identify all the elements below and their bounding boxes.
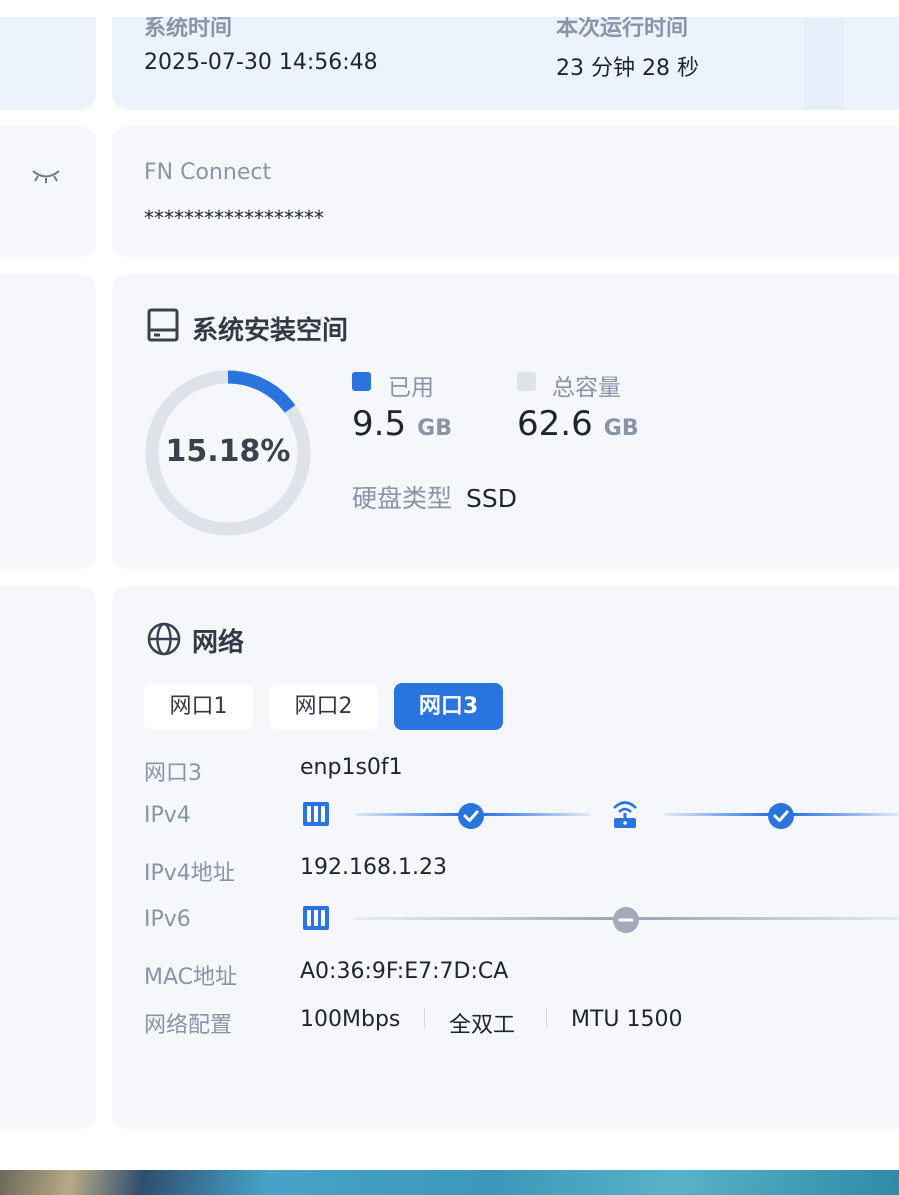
ipv6-connectivity [300, 900, 899, 944]
disk-type-row: 硬盘类型 SSD [352, 479, 517, 515]
fn-connect-masked-id: ****************** [144, 206, 324, 230]
total-unit: GB [603, 416, 639, 441]
total-value: 62.6 [517, 404, 593, 444]
globe-icon [147, 622, 181, 660]
disk-icon [147, 308, 179, 346]
disk-type-value: SSD [465, 484, 517, 513]
tab-port-3[interactable]: 网口3 [394, 683, 503, 730]
top-edge [0, 0, 899, 17]
server-icon [302, 904, 330, 936]
iface-label: 网口3 [144, 761, 202, 786]
ipv6-label: IPv6 [144, 907, 191, 932]
total-amount: 62.6 GB [517, 404, 639, 444]
decorative-shape [804, 18, 844, 110]
config-divider [546, 1007, 547, 1029]
network-speed: 100Mbps [300, 1007, 401, 1032]
router-icon [611, 798, 639, 832]
network-title: 网络 [192, 628, 245, 658]
desktop-wallpaper-strip [0, 1170, 899, 1195]
eye-closed-icon[interactable] [28, 162, 64, 192]
ipv4-check-icon-1 [457, 802, 485, 834]
config-divider [424, 1007, 425, 1029]
ipv4-address-value: 192.168.1.23 [300, 855, 447, 880]
fn-connect-card: FN Connect ****************** [112, 126, 899, 257]
tab-port-1[interactable]: 网口1 [144, 683, 253, 730]
left-panel-eye [0, 126, 96, 257]
used-legend-swatch [352, 372, 371, 391]
total-legend-swatch [517, 372, 536, 391]
disk-type-label: 硬盘类型 [352, 484, 453, 513]
network-config-label: 网络配置 [144, 1013, 233, 1038]
used-amount: 9.5 GB [352, 404, 452, 444]
network-duplex: 全双工 [449, 1013, 516, 1038]
used-unit: GB [417, 416, 452, 441]
ipv4-connectivity [300, 796, 899, 840]
donut-used-arc [227, 370, 296, 413]
storage-title: 系统安装空间 [192, 316, 349, 346]
ipv4-address-label: IPv4地址 [144, 861, 235, 886]
network-mtu: MTU 1500 [571, 1007, 683, 1032]
left-panel-network [0, 586, 96, 1129]
ipv4-check-icon-2 [767, 802, 795, 834]
used-label: 已用 [388, 375, 434, 401]
iface-value: enp1s0f1 [300, 755, 403, 780]
storage-card: 系统安装空间 15.18% 已用 9.5 GB 总容量 62.6 GB 硬盘类型… [112, 274, 899, 569]
mac-value: A0:36:9F:E7:7D:CA [300, 959, 509, 984]
storage-percent: 15.18% [165, 434, 291, 469]
storage-donut: 15.18% [143, 368, 313, 538]
total-label: 总容量 [552, 375, 621, 401]
dashboard-page: 系统时间 2025-07-30 14:56:48 本次运行时间 23 分钟 28… [0, 0, 899, 1172]
left-panel-storage [0, 274, 96, 569]
server-icon [302, 800, 330, 832]
fn-connect-label: FN Connect [144, 160, 272, 185]
tab-port-2[interactable]: 网口2 [269, 683, 378, 730]
used-value: 9.5 [352, 404, 407, 444]
uptime-value: 23 分钟 28 秒 [556, 56, 699, 81]
mac-label: MAC地址 [144, 965, 238, 990]
ipv6-disconnected-icon [612, 906, 640, 938]
system-time-value: 2025-07-30 14:56:48 [144, 50, 378, 75]
ipv4-label: IPv4 [144, 803, 191, 828]
